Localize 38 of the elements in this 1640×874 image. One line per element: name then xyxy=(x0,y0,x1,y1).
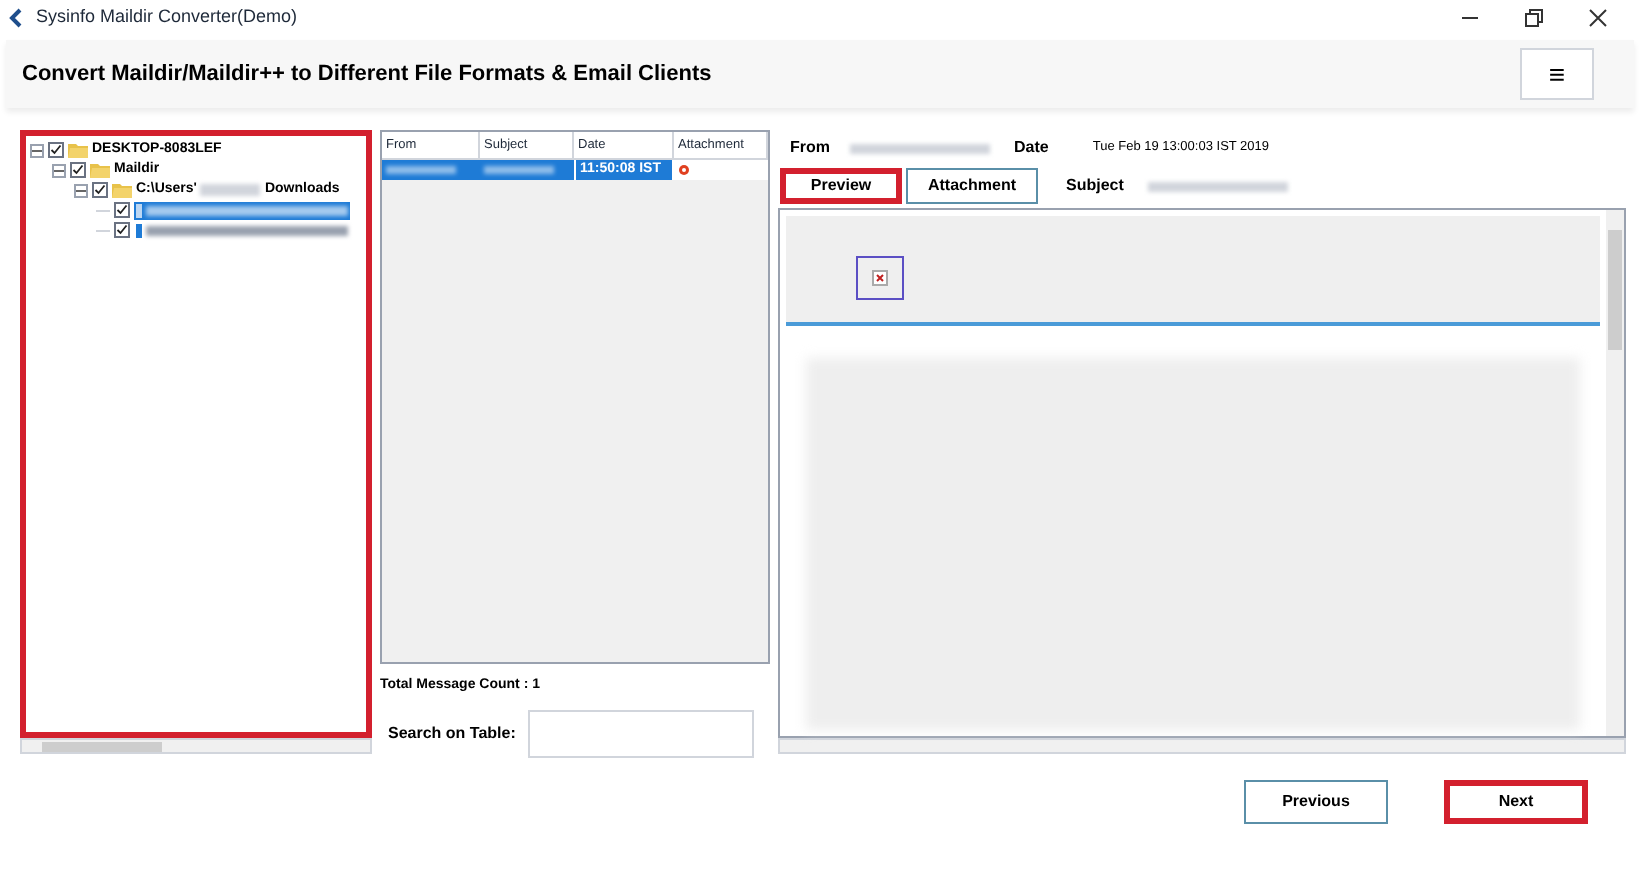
nav-button[interactable]: Next xyxy=(1444,779,1588,823)
collapse-icon[interactable] xyxy=(74,183,88,197)
window-title: Sysinfo Maildir Converter(Demo) xyxy=(36,4,298,31)
blurred-text xyxy=(200,184,261,196)
app-logo-icon xyxy=(8,8,24,28)
checkbox[interactable] xyxy=(48,142,64,158)
horizontal-scrollbar[interactable] xyxy=(778,738,1626,754)
search-label: Search on Table: xyxy=(388,721,516,745)
nav-button[interactable]: Previous xyxy=(1244,779,1388,823)
tree-item[interactable] xyxy=(134,221,350,239)
checkbox[interactable] xyxy=(114,202,130,218)
blurred-text xyxy=(850,143,990,153)
collapse-icon[interactable] xyxy=(30,143,44,157)
from-label: From xyxy=(790,136,830,160)
folder-icon xyxy=(112,182,132,198)
folder-icon xyxy=(90,162,110,178)
checkbox[interactable] xyxy=(114,222,130,238)
date-label: Date xyxy=(1014,136,1049,160)
horizontal-scrollbar[interactable] xyxy=(20,738,372,754)
header-title: Convert Maildir/Maildir++ to Different File Formats & Email Clients xyxy=(22,59,712,90)
error-icon xyxy=(678,164,690,176)
broken-image-icon xyxy=(856,256,904,300)
blurred-text xyxy=(386,166,456,174)
blurred-text xyxy=(484,166,554,174)
tab[interactable]: Attachment xyxy=(906,168,1038,204)
blurred-text xyxy=(1147,181,1288,191)
checkbox[interactable] xyxy=(92,182,108,198)
tree-item[interactable] xyxy=(134,201,350,219)
checkbox[interactable] xyxy=(70,162,86,178)
menu-button[interactable]: ≡ xyxy=(1520,48,1594,100)
vertical-scrollbar[interactable] xyxy=(1606,210,1624,736)
subject-label: Subject xyxy=(1066,174,1124,198)
folder-icon xyxy=(68,142,88,158)
collapse-icon[interactable] xyxy=(52,163,66,177)
search-field[interactable] xyxy=(527,709,754,757)
restore-icon[interactable] xyxy=(1524,8,1544,28)
close-icon[interactable] xyxy=(1588,8,1608,28)
tab[interactable]: Preview xyxy=(780,168,902,204)
